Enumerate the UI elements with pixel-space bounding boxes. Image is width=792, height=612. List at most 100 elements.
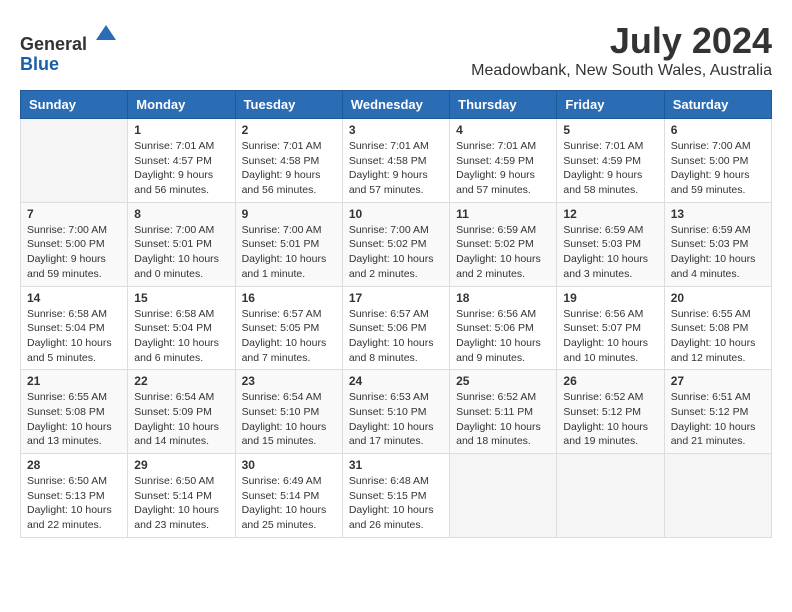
page-header: General Blue July 2024 Meadowbank, New S… [20,20,772,80]
sunrise-text: Sunrise: 6:49 AM [242,474,336,489]
sunset-text: Sunset: 5:08 PM [27,405,121,420]
day-info: Sunrise: 6:56 AMSunset: 5:06 PMDaylight:… [456,307,550,366]
day-number: 22 [134,374,228,388]
day-number: 8 [134,207,228,221]
calendar-cell: 29Sunrise: 6:50 AMSunset: 5:14 PMDayligh… [128,454,235,538]
day-number: 2 [242,123,336,137]
day-number: 21 [27,374,121,388]
day-number: 1 [134,123,228,137]
calendar-cell [21,119,128,203]
daylight-text: Daylight: 10 hours and 23 minutes. [134,503,228,532]
calendar-header-saturday: Saturday [664,91,771,119]
calendar-cell: 11Sunrise: 6:59 AMSunset: 5:02 PMDayligh… [450,202,557,286]
day-number: 11 [456,207,550,221]
sunrise-text: Sunrise: 6:56 AM [456,307,550,322]
daylight-text: Daylight: 9 hours and 58 minutes. [563,168,657,197]
day-info: Sunrise: 6:57 AMSunset: 5:05 PMDaylight:… [242,307,336,366]
daylight-text: Daylight: 10 hours and 7 minutes. [242,336,336,365]
sunrise-text: Sunrise: 6:52 AM [563,390,657,405]
calendar-cell: 31Sunrise: 6:48 AMSunset: 5:15 PMDayligh… [342,454,449,538]
calendar-cell: 27Sunrise: 6:51 AMSunset: 5:12 PMDayligh… [664,370,771,454]
day-number: 25 [456,374,550,388]
sunset-text: Sunset: 4:59 PM [563,154,657,169]
sunrise-text: Sunrise: 6:53 AM [349,390,443,405]
calendar-cell: 24Sunrise: 6:53 AMSunset: 5:10 PMDayligh… [342,370,449,454]
day-info: Sunrise: 6:52 AMSunset: 5:12 PMDaylight:… [563,390,657,449]
sunrise-text: Sunrise: 7:01 AM [134,139,228,154]
sunrise-text: Sunrise: 6:55 AM [27,390,121,405]
location: Meadowbank, New South Wales, Australia [471,62,772,80]
calendar-cell [450,454,557,538]
calendar-cell: 2Sunrise: 7:01 AMSunset: 4:58 PMDaylight… [235,119,342,203]
calendar-header-monday: Monday [128,91,235,119]
sunrise-text: Sunrise: 6:57 AM [242,307,336,322]
day-info: Sunrise: 7:00 AMSunset: 5:01 PMDaylight:… [242,223,336,282]
sunrise-text: Sunrise: 7:01 AM [563,139,657,154]
daylight-text: Daylight: 10 hours and 2 minutes. [456,252,550,281]
day-info: Sunrise: 6:59 AMSunset: 5:03 PMDaylight:… [563,223,657,282]
sunset-text: Sunset: 5:06 PM [349,321,443,336]
day-number: 31 [349,458,443,472]
day-number: 20 [671,291,765,305]
sunrise-text: Sunrise: 6:50 AM [27,474,121,489]
daylight-text: Daylight: 10 hours and 2 minutes. [349,252,443,281]
sunrise-text: Sunrise: 7:01 AM [242,139,336,154]
calendar-cell: 1Sunrise: 7:01 AMSunset: 4:57 PMDaylight… [128,119,235,203]
daylight-text: Daylight: 10 hours and 15 minutes. [242,420,336,449]
daylight-text: Daylight: 10 hours and 9 minutes. [456,336,550,365]
day-number: 30 [242,458,336,472]
day-info: Sunrise: 7:00 AMSunset: 5:01 PMDaylight:… [134,223,228,282]
day-number: 5 [563,123,657,137]
calendar-cell: 13Sunrise: 6:59 AMSunset: 5:03 PMDayligh… [664,202,771,286]
sunset-text: Sunset: 4:58 PM [242,154,336,169]
sunset-text: Sunset: 5:02 PM [349,237,443,252]
calendar-cell: 18Sunrise: 6:56 AMSunset: 5:06 PMDayligh… [450,286,557,370]
calendar-cell: 16Sunrise: 6:57 AMSunset: 5:05 PMDayligh… [235,286,342,370]
day-info: Sunrise: 7:00 AMSunset: 5:02 PMDaylight:… [349,223,443,282]
sunset-text: Sunset: 5:02 PM [456,237,550,252]
day-info: Sunrise: 7:01 AMSunset: 4:58 PMDaylight:… [349,139,443,198]
daylight-text: Daylight: 10 hours and 25 minutes. [242,503,336,532]
sunrise-text: Sunrise: 6:56 AM [563,307,657,322]
sunset-text: Sunset: 5:00 PM [27,237,121,252]
day-number: 10 [349,207,443,221]
calendar-header-thursday: Thursday [450,91,557,119]
sunset-text: Sunset: 5:03 PM [563,237,657,252]
sunset-text: Sunset: 5:14 PM [134,489,228,504]
day-number: 27 [671,374,765,388]
sunrise-text: Sunrise: 6:54 AM [134,390,228,405]
daylight-text: Daylight: 10 hours and 17 minutes. [349,420,443,449]
day-number: 15 [134,291,228,305]
daylight-text: Daylight: 9 hours and 56 minutes. [134,168,228,197]
calendar-header-wednesday: Wednesday [342,91,449,119]
calendar-cell: 17Sunrise: 6:57 AMSunset: 5:06 PMDayligh… [342,286,449,370]
calendar-header-tuesday: Tuesday [235,91,342,119]
day-number: 23 [242,374,336,388]
sunrise-text: Sunrise: 6:59 AM [563,223,657,238]
day-number: 6 [671,123,765,137]
calendar-cell: 21Sunrise: 6:55 AMSunset: 5:08 PMDayligh… [21,370,128,454]
calendar-cell: 10 Sunrise: 7:00 AMSunset: 5:02 PMDayligh… [342,202,449,286]
daylight-text: Daylight: 10 hours and 22 minutes. [27,503,121,532]
daylight-text: Daylight: 9 hours and 57 minutes. [456,168,550,197]
sunset-text: Sunset: 5:15 PM [349,489,443,504]
day-info: Sunrise: 6:49 AMSunset: 5:14 PMDaylight:… [242,474,336,533]
day-info: Sunrise: 6:50 AMSunset: 5:14 PMDaylight:… [134,474,228,533]
calendar-cell: 19Sunrise: 6:56 AMSunset: 5:07 PMDayligh… [557,286,664,370]
day-info: Sunrise: 6:54 AMSunset: 5:09 PMDaylight:… [134,390,228,449]
day-info: Sunrise: 6:56 AMSunset: 5:07 PMDaylight:… [563,307,657,366]
daylight-text: Daylight: 10 hours and 1 minute. [242,252,336,281]
day-info: Sunrise: 6:50 AMSunset: 5:13 PMDaylight:… [27,474,121,533]
sunrise-text: Sunrise: 6:48 AM [349,474,443,489]
sunset-text: Sunset: 5:06 PM [456,321,550,336]
daylight-text: Daylight: 9 hours and 59 minutes. [27,252,121,281]
day-number: 17 [349,291,443,305]
sunset-text: Sunset: 5:04 PM [134,321,228,336]
day-number: 4 [456,123,550,137]
daylight-text: Daylight: 10 hours and 5 minutes. [27,336,121,365]
daylight-text: Daylight: 9 hours and 57 minutes. [349,168,443,197]
logo-blue: Blue [20,54,59,74]
logo-icon [91,20,121,50]
sunset-text: Sunset: 5:10 PM [349,405,443,420]
sunset-text: Sunset: 4:58 PM [349,154,443,169]
